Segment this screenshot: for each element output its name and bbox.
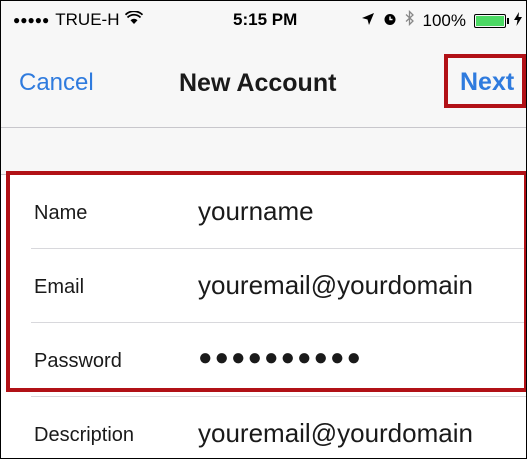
status-time: 5:15 PM: [233, 10, 298, 29]
battery-fill: [476, 15, 504, 26]
screen-frame: ●●●●● TRUE-H 5:15 PM 100% Cancel New Acc…: [0, 0, 527, 459]
bluetooth-icon: [405, 9, 415, 31]
password-label: Password: [34, 350, 122, 372]
charging-bolt-icon: [514, 11, 522, 31]
battery-percent: 100%: [422, 10, 466, 30]
email-field[interactable]: youremail@yourdomain: [198, 270, 473, 301]
cancel-button[interactable]: Cancel: [19, 69, 94, 97]
name-label: Name: [34, 202, 88, 224]
carrier-name: TRUE-H: [55, 10, 120, 29]
battery-cap: [507, 17, 509, 24]
description-field[interactable]: youremail@yourdomain: [198, 418, 473, 449]
password-row[interactable]: Password ●●●●●●●●●●: [1, 323, 526, 397]
name-row[interactable]: Name yourname: [1, 175, 526, 249]
description-label: Description: [34, 424, 135, 446]
name-field[interactable]: yourname: [198, 196, 314, 227]
description-row[interactable]: Description youremail@yourdomain: [1, 397, 526, 458]
navigation-bar: Cancel New Account Next: [1, 41, 526, 128]
status-right: 100%: [361, 9, 522, 31]
next-button-highlight[interactable]: Next: [444, 54, 526, 108]
status-left: ●●●●● TRUE-H: [13, 10, 144, 30]
status-bar: ●●●●● TRUE-H 5:15 PM 100%: [1, 1, 526, 41]
email-row[interactable]: Email youremail@yourdomain: [1, 249, 526, 323]
account-form: Name yourname Email youremail@yourdomain…: [1, 174, 526, 458]
battery-icon: [474, 13, 509, 28]
next-button[interactable]: Next: [460, 68, 514, 97]
signal-strength-icon: ●●●●●: [13, 13, 50, 27]
password-field[interactable]: ●●●●●●●●●●: [198, 344, 363, 372]
alarm-icon: [383, 11, 397, 31]
wifi-icon: [125, 10, 144, 30]
email-label: Email: [34, 276, 85, 298]
page-title: New Account: [179, 69, 337, 97]
location-arrow-icon: [361, 11, 375, 31]
